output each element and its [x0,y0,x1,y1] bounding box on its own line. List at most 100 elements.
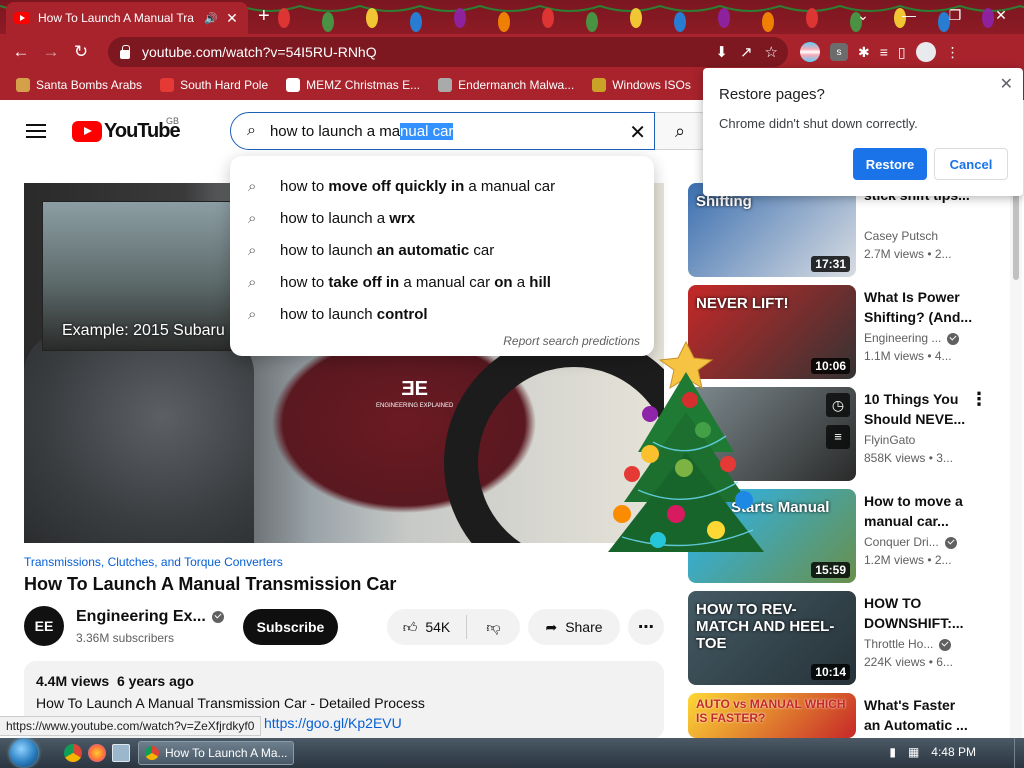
video-thumbnail[interactable]: AUTO vs MANUAL WHICH IS FASTER? [688,693,856,738]
search-suggestion-item[interactable]: ⌕ how to launch a wrx [230,202,654,234]
bookmark-icon [438,78,453,92]
bookmark-windows-isos[interactable]: Windows ISOs [592,78,691,92]
channel-name[interactable]: Engineering Ex... [76,608,224,626]
related-video-title[interactable]: HOW TO DOWNSHIFT:... [864,593,974,633]
thumbnail-text: AUTO vs MANUAL WHICH IS FASTER? [696,697,846,725]
profile-avatar-icon[interactable] [915,42,936,62]
light-bulb-decoration [718,8,730,28]
bookmark-memz-christmas[interactable]: MEMZ Christmas E... [286,78,420,92]
bookmark-icon [16,78,30,92]
light-bulb-decoration [674,12,686,32]
related-video-item[interactable]: AUTO vs MANUAL WHICH IS FASTER? What's Fa… [688,693,1018,738]
close-window-button[interactable]: ✕ [978,0,1024,30]
back-arrow-icon[interactable]: ← [6,37,36,67]
youtube-play-icon [72,121,102,142]
bookmark-star-icon[interactable]: ☆ [765,43,778,61]
cancel-button[interactable]: Cancel [934,148,1008,180]
forward-arrow-icon[interactable]: → [36,37,66,67]
video-tags-link[interactable]: Transmissions, Clutches, and Torque Conv… [24,555,283,569]
tray-network-icon[interactable]: ▦ [908,745,919,759]
clear-search-icon[interactable]: ✕ [629,120,646,145]
like-button[interactable]: 👍︎ 54K [387,615,467,639]
video-thumbnail[interactable]: Shifting 17:31 [688,183,856,277]
related-video-channel[interactable]: Casey Putsch [864,229,938,243]
chrome-menu-icon[interactable]: ⋮ [946,44,960,61]
related-video-title[interactable]: What Is Power Shifting? (And... [864,287,974,327]
light-bulb-decoration [762,12,774,32]
share-button[interactable]: ➦ Share [528,609,620,645]
bookmark-endermanch-malware[interactable]: Endermanch Malwa... [438,78,574,92]
share-page-icon[interactable]: ↗ [740,43,753,61]
show-desktop-button[interactable] [1014,738,1024,768]
related-video-title[interactable]: What's Faster an Automatic ... [864,695,974,735]
related-video-item[interactable]: HOW TO REV-MATCH AND HEEL-TOE 10:14 HOW TO… [688,591,1018,685]
video-duration: 10:14 [811,664,850,680]
address-bar[interactable]: youtube.com/watch?v=54I5RU-RNhQ ⬇ ↗ ☆ [108,37,788,67]
extension-s-icon[interactable]: s [830,43,848,61]
search-icon: ⌕ [248,305,257,323]
start-button[interactable] [8,738,46,768]
video-thumbnail[interactable]: HOW TO REV-MATCH AND HEEL-TOE 10:14 [688,591,856,685]
media-queue-icon[interactable]: ≡ [880,44,888,60]
tray-volume-icon[interactable]: ▮ [889,745,896,759]
verified-icon [211,610,224,623]
christmas-tree-decoration [608,340,764,552]
search-suggestion-item[interactable]: ⌕ how to launch control [230,298,654,330]
channel-avatar[interactable]: EE [24,606,64,646]
computer-taskbar-icon[interactable] [112,744,130,762]
related-video-item[interactable]: Shifting17:31stick shift tips...Casey Pu… [688,183,1018,277]
tray-time[interactable]: 4:48 PM [931,745,976,759]
search-input[interactable]: ⌕ how to launch a manual car ✕ [230,112,655,150]
search-icon: ⌕ [248,177,257,195]
firefox-taskbar-icon[interactable] [88,744,106,762]
light-bulb-decoration [586,12,598,32]
audio-icon[interactable]: 🔊 [204,12,218,25]
share-arrow-icon: ➦ [545,618,558,635]
tab-youtube[interactable]: How To Launch A Manual Tra 🔊 ✕ [6,2,248,34]
lock-icon[interactable] [120,44,130,59]
watch-later-icon[interactable]: ◷ [826,393,850,417]
thumbnail-text: NEVER LIFT! [696,295,789,312]
dialog-close-icon[interactable]: ✕ [1000,74,1013,94]
verified-icon [947,332,960,345]
install-app-icon[interactable]: ⬇ [715,43,728,61]
new-tab-button[interactable]: + [258,6,270,26]
search-suggestion-item[interactable]: ⌕ how to launch an automatic car [230,234,654,266]
related-video-title[interactable]: How to move a manual car... [864,491,974,531]
taskbar-chrome-window[interactable]: How To Launch A Ma... [138,741,294,765]
url-text[interactable]: youtube.com/watch?v=54I5RU-RNhQ [142,44,377,60]
related-video-channel[interactable]: Conquer Dri... [864,535,957,549]
reload-icon[interactable]: ↻ [66,37,96,67]
video-options-icon[interactable]: ⋮ [970,389,988,410]
upload-age: 6 years ago [116,673,194,689]
search-query-text[interactable]: how to launch a ma [270,123,400,140]
extension-flag-icon[interactable] [800,42,820,62]
menu-hamburger-icon[interactable] [26,124,46,138]
tab-close-icon[interactable]: ✕ [224,10,240,27]
bookmark-south-hard-pole[interactable]: South Hard Pole [160,78,268,92]
report-predictions-link[interactable]: Report search predictions [503,334,640,348]
restore-button[interactable]: Restore [853,148,927,180]
subscribe-button[interactable]: Subscribe [243,609,338,645]
related-video-channel[interactable]: Throttle Ho... [864,637,952,651]
like-count: 54K [425,619,451,635]
extensions-puzzle-icon[interactable]: ✱ [858,44,870,61]
search-query-selected-text[interactable]: nual car [400,122,454,140]
search-suggestion-item[interactable]: ⌕ how to take off in a manual car on a hi… [230,266,654,298]
more-actions-button[interactable]: ⋯ [628,609,664,645]
restore-window-button[interactable]: ❐ [932,0,978,30]
add-to-queue-icon[interactable]: ≡ [826,425,850,449]
search-suggestion-item[interactable]: ⌕ how to move off quickly in a manual car [230,170,654,202]
related-video-channel[interactable]: FlyinGato [864,433,915,447]
related-video-title[interactable]: 10 Things You Should NEVE... [864,389,974,429]
minimize-button[interactable]: — [886,0,932,30]
chrome-taskbar-icon[interactable] [64,744,82,762]
tab-search-chevron-icon[interactable]: ⌄ [840,0,886,30]
youtube-logo[interactable]: YouTube GB [72,116,181,143]
bookmark-santa-bombs-arabs[interactable]: Santa Bombs Arabs [16,78,142,92]
related-video-channel[interactable]: Engineering ... [864,331,960,345]
restore-pages-dialog: Restore pages? Chrome didn't shut down c… [703,68,1023,196]
dialog-title: Restore pages? [719,86,825,103]
side-panel-icon[interactable]: ▯ [898,44,906,61]
dislike-button[interactable]: 👎︎ [467,619,520,636]
